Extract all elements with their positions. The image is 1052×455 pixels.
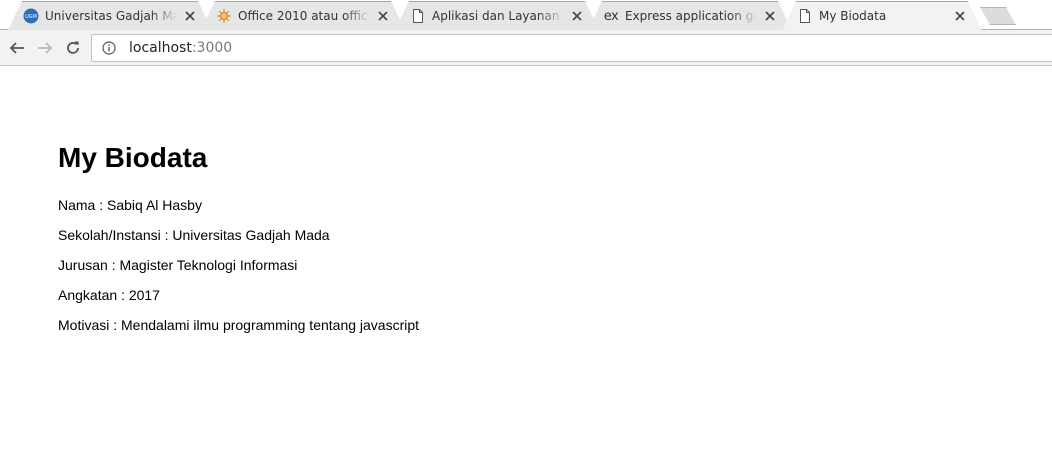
- field-angkatan: Angkatan : 2017: [58, 287, 160, 303]
- ugm-logo-icon: UGM: [23, 8, 39, 24]
- document-icon: [410, 8, 426, 24]
- ugm-badge-text: UGM: [25, 14, 37, 20]
- tab-title: Aplikasi dan Layanan Teknologi: [432, 9, 560, 23]
- tab-universitas-gadjah-mada[interactable]: UGM Universitas Gadjah Mada: [8, 1, 212, 30]
- url-host: localhost: [129, 40, 192, 56]
- tab-title: Express application generator: [625, 9, 757, 23]
- back-button[interactable]: [6, 37, 28, 59]
- field-nama: Nama : Sabiq Al Hasby: [58, 197, 202, 213]
- tab-office-2010[interactable]: Office 2010 atau office 2013: [201, 1, 405, 30]
- close-icon[interactable]: [376, 9, 390, 23]
- info-icon[interactable]: [101, 40, 117, 56]
- field-motivasi: Motivasi : Mendalami ilmu programming te…: [58, 317, 420, 333]
- url-text[interactable]: localhost:3000: [129, 40, 232, 56]
- forward-button[interactable]: [34, 37, 56, 59]
- close-icon[interactable]: [953, 9, 967, 23]
- field-jurusan: Jurusan : Magister Teknologi Informasi: [58, 257, 298, 273]
- document-icon: [797, 8, 813, 24]
- express-logo-icon: ex: [603, 8, 619, 24]
- tab-strip: UGM Universitas Gadjah Mada Office 2010 …: [0, 0, 1052, 30]
- tab-express-application-generator[interactable]: ex Express application generator: [588, 1, 792, 30]
- forward-arrow-icon: [38, 42, 53, 54]
- page-content: My Biodata Nama : Sabiq Al Hasby Sekolah…: [58, 140, 419, 340]
- address-bar[interactable]: localhost:3000: [91, 34, 1052, 62]
- back-arrow-icon: [9, 42, 24, 54]
- url-port: :3000: [191, 40, 233, 56]
- tab-my-biodata[interactable]: My Biodata: [782, 1, 982, 31]
- close-icon[interactable]: [570, 9, 584, 23]
- field-sekolah-instansi: Sekolah/Instansi : Universitas Gadjah Ma…: [58, 227, 330, 243]
- reload-icon: [67, 41, 79, 54]
- sun-logo-icon: [216, 8, 232, 24]
- close-icon[interactable]: [763, 9, 777, 23]
- tab-title: Universitas Gadjah Mada: [45, 9, 177, 23]
- express-badge-text: ex: [603, 8, 619, 24]
- page-title: My Biodata: [58, 142, 208, 173]
- tab-title: Office 2010 atau office 2013: [238, 9, 368, 23]
- tab-aplikasi-dan-layanan[interactable]: Aplikasi dan Layanan Teknologi: [395, 1, 599, 30]
- new-tab-button[interactable]: [980, 7, 1016, 25]
- browser-toolbar: localhost:3000: [0, 30, 1052, 66]
- reload-button[interactable]: [62, 37, 84, 59]
- close-icon[interactable]: [183, 9, 197, 23]
- tab-title: My Biodata: [819, 9, 887, 23]
